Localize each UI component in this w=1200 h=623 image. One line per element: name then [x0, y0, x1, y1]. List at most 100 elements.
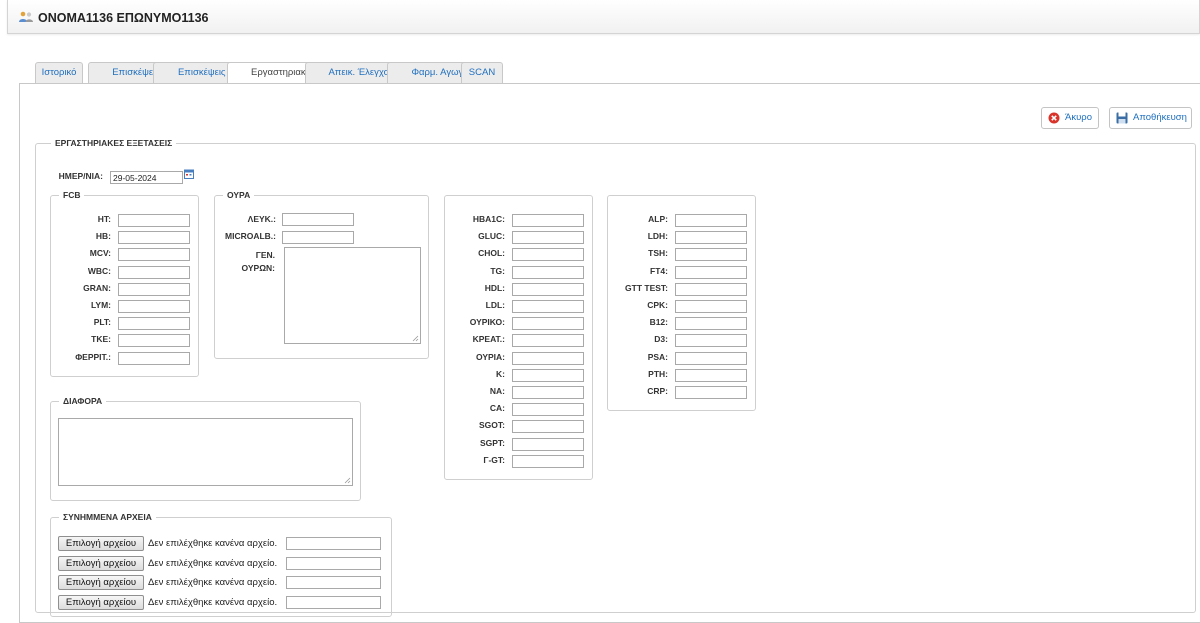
chem2-field-label: FT4: — [650, 265, 668, 276]
fcb-field-input[interactable] — [118, 248, 190, 262]
chem1-field-input[interactable] — [512, 231, 584, 245]
chem1-field-input[interactable] — [512, 282, 584, 296]
urine-leuk-input[interactable] — [282, 213, 354, 226]
urine-field-label: ΛΕΥΚ.: — [247, 214, 276, 224]
file-description-input[interactable] — [286, 556, 381, 570]
chem1-field-label: ΟΥΡΙΑ: — [475, 351, 505, 362]
chem1-field-input[interactable] — [512, 317, 584, 331]
chem1-field-label: HDL: — [484, 282, 505, 293]
chem1-field-label: GLUC: — [478, 231, 505, 242]
chem1-field-input[interactable] — [512, 386, 584, 399]
file-status-text: Δεν επιλέχθηκε κανένα αρχείο. — [148, 557, 278, 569]
file-status-text: Δεν επιλέχθηκε κανένα αρχείο. — [148, 596, 278, 608]
choose-file-button[interactable]: Επιλογή αρχείου — [58, 536, 144, 551]
urine-general-label: ΓΕΝ. ΟΥΡΩΝ: — [241, 250, 276, 273]
fcb-field-label: LYM: — [91, 300, 111, 310]
fcb-field-label: WBC: — [87, 265, 111, 276]
chem1-field-label: SGOT: — [479, 420, 505, 431]
file-description-input[interactable] — [286, 595, 381, 609]
chem1-field-label: ΚΡΕΑΤ.: — [472, 334, 505, 345]
chem2-field-input[interactable] — [675, 265, 747, 279]
cancel-icon — [1048, 112, 1060, 124]
chem2-field-label: CRP: — [647, 386, 668, 396]
fcb-field-input[interactable] — [118, 317, 190, 331]
chem2-field-input[interactable] — [675, 300, 747, 313]
fcb-field-input[interactable] — [118, 282, 190, 296]
choose-file-button[interactable]: Επιλογή αρχείου — [58, 575, 144, 590]
misc-textarea[interactable] — [58, 418, 353, 486]
chem1-field-label: SGPT: — [479, 437, 505, 448]
chem1-field-input[interactable] — [512, 300, 584, 313]
chem1-field-label: CA: — [489, 403, 505, 414]
date-input[interactable] — [110, 171, 183, 184]
chem1-field-input[interactable] — [512, 334, 584, 348]
chem2-field-input[interactable] — [675, 214, 747, 227]
urine-microalb-input[interactable] — [282, 231, 354, 244]
fcb-field-input[interactable] — [118, 265, 190, 279]
fcb-field-input[interactable] — [118, 214, 190, 227]
save-label: Αποθήκευση — [1133, 112, 1187, 123]
chem2-field-input[interactable] — [675, 334, 747, 348]
chem2-field-input[interactable] — [675, 248, 747, 262]
lab-exams-legend: ΕΡΓΑΣΤΗΡΙΑΚΕΣ ΕΞΕΤΑΣΕΙΣ — [51, 138, 177, 149]
chem1-field-label: K: — [496, 368, 505, 379]
urine-general-textarea[interactable] — [284, 247, 421, 344]
chem1-field-label: CHOL: — [478, 248, 505, 259]
chem1-field-label: TG: — [490, 265, 505, 276]
misc-legend: ΔΙΑΦΟΡΑ — [59, 396, 107, 407]
fcb-field-label: HB: — [95, 231, 111, 242]
choose-file-button[interactable]: Επιλογή αρχείου — [58, 594, 144, 610]
save-button[interactable]: Αποθήκευση — [1109, 107, 1192, 129]
chem2-field-input[interactable] — [675, 231, 747, 245]
chem2-field-label: TSH: — [648, 248, 668, 259]
save-icon — [1116, 112, 1128, 124]
date-label: ΗΜΕΡ/ΝΙΑ: — [58, 171, 103, 181]
cancel-label: Άκυρο — [1065, 112, 1092, 123]
page-title: ONOMA1136 ΕΠΩΝΥΜΟ1136 — [38, 11, 209, 25]
chem1-field-input[interactable] — [512, 420, 584, 434]
chem2-field-label: CPK: — [647, 300, 668, 310]
resize-grip-icon[interactable] — [344, 477, 351, 484]
fcb-field-input[interactable] — [118, 351, 190, 365]
fcb-field-input[interactable] — [118, 231, 190, 245]
fcb-field-input[interactable] — [118, 300, 190, 313]
chem2-field-label: PSA: — [647, 351, 668, 362]
chem1-field-input[interactable] — [512, 368, 584, 382]
chem2-field-input[interactable] — [675, 282, 747, 296]
urine-legend: ΟΥΡΑ — [223, 190, 255, 201]
file-description-input[interactable] — [286, 537, 381, 550]
chem2-field-label: LDH: — [647, 231, 668, 242]
chem1-field-label: HBA1C: — [472, 214, 505, 224]
fcb-field-label: MCV: — [89, 248, 111, 259]
attachments-legend: ΣΥΝΗΜΜΕΝΑ ΑΡΧΕΙΑ — [59, 512, 156, 523]
resize-grip-icon[interactable] — [412, 335, 419, 342]
chem2-field-input[interactable] — [675, 317, 747, 331]
chem2-field-label: PTH: — [648, 368, 668, 379]
chem2-field-input[interactable] — [675, 386, 747, 399]
fcb-field-label: TKE: — [91, 334, 111, 345]
users-icon — [19, 11, 33, 22]
file-status-text: Δεν επιλέχθηκε κανένα αρχείο. — [148, 577, 278, 588]
chem1-field-input[interactable] — [512, 265, 584, 279]
chem1-field-input[interactable] — [512, 403, 584, 417]
chem1-field-label: LDL: — [485, 300, 505, 310]
fcb-field-label: ΦΕΡΡΙΤ.: — [75, 351, 111, 362]
cancel-button[interactable]: Άκυρο — [1041, 107, 1099, 129]
chem1-field-input[interactable] — [512, 454, 584, 468]
tab-history[interactable]: Ιστορικό — [35, 62, 83, 84]
title-bar: ONOMA1136 ΕΠΩΝΥΜΟ1136 — [7, 0, 1200, 34]
chem2-field-input[interactable] — [675, 368, 747, 382]
chem2-field-label: ALP: — [648, 214, 668, 224]
chem2-field-label: B12: — [649, 317, 668, 328]
chem1-field-input[interactable] — [512, 437, 584, 451]
tab-scan[interactable]: SCAN — [461, 62, 503, 84]
chem1-field-input[interactable] — [512, 351, 584, 365]
file-description-input[interactable] — [286, 576, 381, 589]
choose-file-button[interactable]: Επιλογή αρχείου — [58, 555, 144, 571]
chem2-field-input[interactable] — [675, 351, 747, 365]
fcb-field-input[interactable] — [118, 334, 190, 348]
chem1-field-input[interactable] — [512, 248, 584, 262]
calendar-icon[interactable] — [184, 169, 194, 179]
fcb-legend: FCB — [59, 190, 85, 201]
chem1-field-input[interactable] — [512, 214, 584, 227]
